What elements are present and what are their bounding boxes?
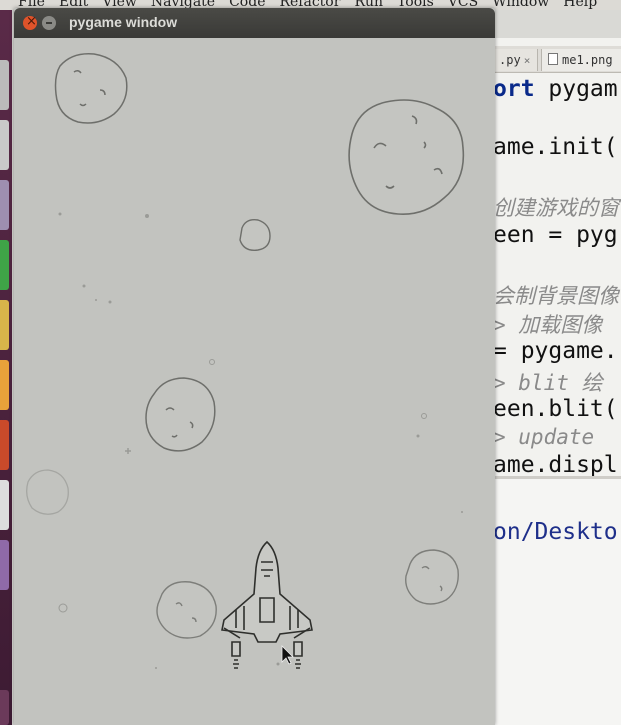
code-line: een.blit( bbox=[495, 396, 618, 422]
close-button[interactable] bbox=[23, 14, 37, 30]
asteroid-small bbox=[239, 218, 271, 251]
mouse-cursor-icon bbox=[281, 645, 294, 665]
launcher-app-icon[interactable] bbox=[0, 180, 9, 230]
window-titlebar[interactable]: pygame window bbox=[14, 8, 495, 38]
launcher-app-icon[interactable] bbox=[0, 690, 9, 725]
launcher-app-icon[interactable] bbox=[0, 480, 9, 530]
code-comment: > update bbox=[495, 425, 595, 449]
launcher-app-icon[interactable] bbox=[0, 240, 9, 290]
code-line: = pygame. bbox=[495, 338, 618, 364]
close-icon[interactable]: × bbox=[524, 54, 531, 67]
asteroid-large bbox=[348, 99, 465, 215]
window-title: pygame window bbox=[69, 14, 178, 30]
image-file-icon bbox=[548, 53, 558, 65]
asteroid-medium bbox=[54, 53, 128, 124]
launcher-app-icon[interactable] bbox=[0, 120, 9, 170]
code-line: ame.displ bbox=[495, 452, 618, 478]
console-path: on/Deskto bbox=[495, 519, 618, 545]
menu-help[interactable]: Help bbox=[563, 0, 597, 10]
asteroid-right bbox=[405, 549, 459, 605]
tab-label: me1.png bbox=[562, 53, 613, 67]
code-line: ame.init( bbox=[495, 134, 618, 160]
tab-label: .py bbox=[499, 53, 521, 67]
ide-editor-panel: .py × me1.png ort pygam ame.init( 创建游戏的窗 … bbox=[495, 38, 621, 725]
asteroid-faint bbox=[26, 469, 69, 515]
minimize-button[interactable] bbox=[42, 16, 56, 30]
code-comment: 会制背景图像 bbox=[495, 284, 619, 308]
launcher-app-icon[interactable] bbox=[0, 360, 9, 410]
code-editor[interactable]: ort pygam ame.init( 创建游戏的窗 een = pyg 会制背… bbox=[495, 72, 621, 478]
run-console[interactable]: on/Deskto bbox=[495, 479, 621, 725]
game-canvas[interactable] bbox=[14, 38, 495, 725]
code-line: ort pygam bbox=[495, 76, 618, 102]
pygame-window: pygame window bbox=[14, 8, 495, 725]
editor-tab-py[interactable]: .py × bbox=[495, 49, 538, 71]
hero-plane bbox=[221, 540, 313, 669]
editor-tab-bar: .py × me1.png bbox=[495, 46, 621, 73]
editor-tab-png[interactable]: me1.png bbox=[541, 49, 621, 71]
launcher-app-icon[interactable] bbox=[0, 540, 9, 590]
code-comment: > 加载图像 bbox=[495, 313, 603, 337]
asteroid-bottom-left bbox=[156, 581, 217, 639]
code-comment: 创建游戏的窗 bbox=[495, 196, 619, 220]
menu-window[interactable]: Window bbox=[492, 0, 549, 10]
code-comment: > blit 绘 bbox=[495, 371, 603, 395]
launcher-app-icon[interactable] bbox=[0, 60, 9, 110]
launcher-app-icon[interactable] bbox=[0, 420, 9, 470]
code-line: een = pyg bbox=[495, 222, 618, 248]
launcher-sidebar bbox=[0, 10, 12, 725]
asteroid-medium-2 bbox=[145, 377, 216, 452]
launcher-app-icon[interactable] bbox=[0, 300, 9, 350]
